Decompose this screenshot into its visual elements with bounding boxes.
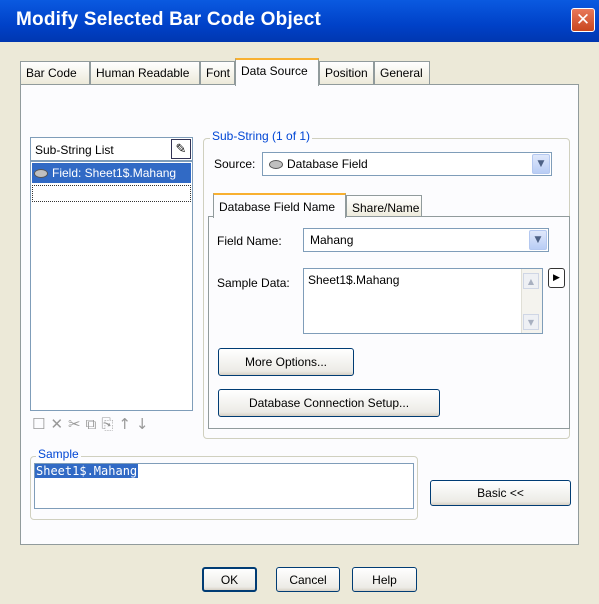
sample-data-label: Sample Data:	[217, 276, 290, 290]
source-value: Database Field	[287, 157, 368, 171]
wizard-wand-icon[interactable]: ✎	[171, 139, 191, 159]
more-options-label: More Options...	[244, 355, 328, 369]
basic-button-label: Basic <<	[477, 486, 524, 500]
database-connection-setup-button[interactable]: Database Connection Setup...	[218, 389, 440, 417]
chevron-down-icon[interactable]: ▼	[529, 230, 547, 250]
scroll-down-icon[interactable]: ▼	[523, 314, 539, 330]
help-label: Help	[372, 572, 397, 587]
substring-list-header: Sub-String List	[30, 137, 193, 161]
tab-label: Font	[206, 66, 231, 80]
close-icon: ✕	[575, 10, 591, 30]
help-button[interactable]: Help	[352, 567, 417, 592]
tab-font[interactable]: Font	[200, 61, 235, 85]
sample-data-textarea[interactable]: Sheet1$.Mahang	[303, 268, 543, 334]
database-icon	[269, 160, 283, 170]
ok-button[interactable]: OK	[202, 567, 257, 592]
substring-toolbar: ☐✕✂⧉⎘↑↓	[32, 415, 154, 433]
sample-data-value: Sheet1$.Mahang	[308, 273, 400, 287]
title-bar: Modify Selected Bar Code Object ✕	[0, 0, 599, 42]
field-name-label: Field Name:	[217, 234, 282, 248]
source-label: Source:	[214, 157, 256, 171]
tab-human-readable[interactable]: Human Readable	[90, 61, 200, 85]
tab-label: Position	[325, 66, 368, 80]
paste-icon[interactable]: ⎘	[101, 415, 118, 433]
sample-group-legend: Sample	[36, 447, 81, 461]
tab-label: Data Source	[241, 64, 308, 78]
list-item-empty[interactable]	[32, 185, 191, 202]
cancel-button[interactable]: Cancel	[276, 567, 340, 592]
field-name-combobox[interactable]: Mahang	[303, 228, 549, 252]
close-button[interactable]: ✕	[571, 8, 595, 32]
tab-label: Database Field Name	[219, 200, 336, 214]
tab-label: Bar Code	[26, 66, 77, 80]
substring-list-label: Sub-String List	[35, 143, 114, 157]
field-name-value: Mahang	[310, 233, 354, 247]
sample-preview-text: Sheet1$.Mahang	[35, 464, 139, 478]
tab-position[interactable]: Position	[319, 61, 374, 85]
cancel-label: Cancel	[289, 572, 327, 587]
insert-arrow-button[interactable]: ▶	[548, 268, 565, 288]
list-item-label: Field: Sheet1$.Mahang	[52, 166, 177, 180]
substring-group-legend: Sub-String (1 of 1)	[210, 129, 313, 143]
tab-data-source[interactable]: Data Source	[235, 58, 319, 86]
tab-database-field-name[interactable]: Database Field Name	[213, 193, 346, 218]
tab-label: Human Readable	[96, 66, 190, 80]
cut-icon[interactable]: ✂	[68, 415, 86, 433]
tab-bar-code[interactable]: Bar Code	[20, 61, 90, 85]
scroll-up-icon[interactable]: ▲	[523, 273, 539, 289]
window-title: Modify Selected Bar Code Object	[16, 9, 321, 30]
basic-button[interactable]: Basic <<	[430, 480, 571, 506]
chevron-right-icon: ▶	[553, 273, 560, 283]
move-down-icon[interactable]: ↓	[136, 415, 154, 433]
tab-general[interactable]: General	[374, 61, 430, 85]
delete-icon[interactable]: ✕	[50, 415, 68, 433]
new-icon[interactable]: ☐	[32, 415, 50, 433]
sample-preview-box: Sheet1$.Mahang	[34, 463, 414, 509]
copy-icon[interactable]: ⧉	[86, 415, 102, 433]
database-field-icon	[34, 169, 48, 179]
ok-label: OK	[220, 572, 239, 587]
database-connection-setup-label: Database Connection Setup...	[248, 396, 410, 410]
chevron-down-icon[interactable]: ▼	[532, 154, 550, 174]
tab-label: General	[380, 66, 423, 80]
move-up-icon[interactable]: ↑	[118, 415, 136, 433]
list-item[interactable]: Field: Sheet1$.Mahang	[32, 163, 191, 183]
source-combobox[interactable]: Database Field	[262, 152, 552, 176]
tab-label: Share/Name	[352, 201, 420, 215]
more-options-button[interactable]: More Options...	[218, 348, 354, 376]
